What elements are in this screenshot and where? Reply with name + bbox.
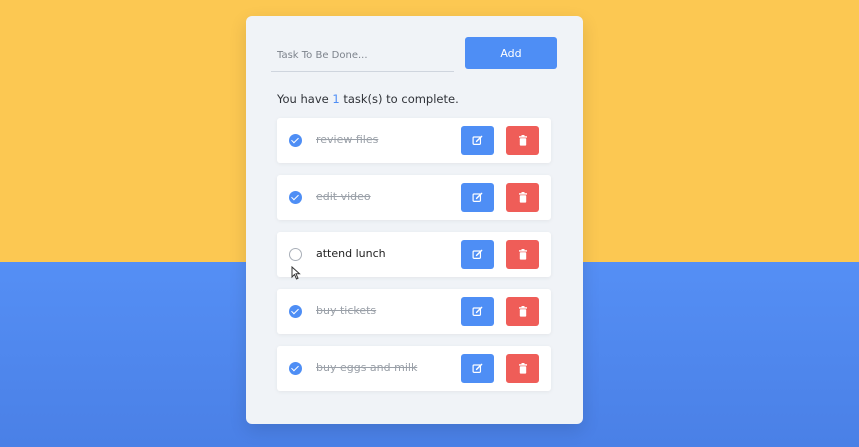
- delete-button[interactable]: [506, 240, 539, 269]
- delete-button[interactable]: [506, 183, 539, 212]
- task-row: buy eggs and milk: [277, 346, 551, 391]
- task-input-wrapper: [271, 39, 454, 72]
- task-text: buy tickets: [316, 304, 377, 317]
- edit-button[interactable]: [461, 183, 494, 212]
- checked-checkbox[interactable]: [289, 191, 302, 204]
- trash-icon: [518, 306, 528, 317]
- edit-button[interactable]: [461, 297, 494, 326]
- delete-button[interactable]: [506, 354, 539, 383]
- delete-button[interactable]: [506, 126, 539, 155]
- delete-button[interactable]: [506, 297, 539, 326]
- edit-icon: [472, 135, 483, 146]
- unchecked-checkbox[interactable]: [289, 248, 302, 261]
- task-input[interactable]: [271, 39, 454, 71]
- add-button[interactable]: Add: [465, 37, 557, 69]
- edit-icon: [472, 192, 483, 203]
- task-row: buy tickets: [277, 289, 551, 334]
- edit-icon: [472, 363, 483, 374]
- edit-button[interactable]: [461, 126, 494, 155]
- edit-button[interactable]: [461, 240, 494, 269]
- summary-prefix: You have: [277, 92, 333, 106]
- task-text: review files: [316, 133, 379, 146]
- checked-checkbox[interactable]: [289, 362, 302, 375]
- edit-button[interactable]: [461, 354, 494, 383]
- trash-icon: [518, 135, 528, 146]
- task-text: edit video: [316, 190, 371, 203]
- trash-icon: [518, 249, 528, 260]
- remaining-count: 1: [332, 92, 340, 106]
- edit-icon: [472, 306, 483, 317]
- trash-icon: [518, 363, 528, 374]
- checked-checkbox[interactable]: [289, 134, 302, 147]
- task-row: attend lunch: [277, 232, 551, 277]
- task-summary: You have 1 task(s) to complete.: [277, 92, 459, 106]
- task-text: buy eggs and milk: [316, 361, 418, 374]
- task-list: review files edit video attend lunch buy ti…: [277, 118, 551, 403]
- task-text: attend lunch: [316, 247, 386, 260]
- summary-suffix: task(s) to complete.: [339, 92, 459, 106]
- task-row: edit video: [277, 175, 551, 220]
- todo-card: Add You have 1 task(s) to complete. revi…: [246, 16, 583, 424]
- edit-icon: [472, 249, 483, 260]
- trash-icon: [518, 192, 528, 203]
- task-row: review files: [277, 118, 551, 163]
- checked-checkbox[interactable]: [289, 305, 302, 318]
- mouse-cursor-icon: [291, 265, 301, 284]
